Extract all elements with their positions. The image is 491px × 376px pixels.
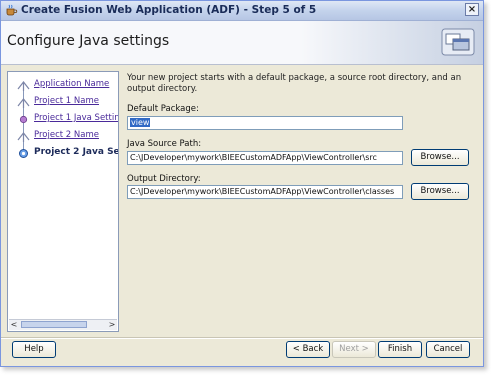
step-application-name[interactable]: Application Name: [8, 77, 118, 94]
step-label-current: Project 2 Java Settings: [34, 147, 119, 157]
steps-horizontal-scrollbar[interactable]: < >: [9, 319, 117, 330]
wizard-dialog: Create Fusion Web Application (ADF) - St…: [0, 0, 484, 367]
step-project2-name[interactable]: Project 2 Name: [8, 128, 118, 145]
coffee-cup-icon: [6, 4, 18, 16]
title-bar[interactable]: Create Fusion Web Application (ADF) - St…: [1, 1, 483, 21]
cancel-button[interactable]: Cancel: [426, 341, 470, 358]
header-banner: [301, 21, 483, 64]
page-title: Configure Java settings: [7, 33, 170, 49]
scroll-right-icon[interactable]: >: [107, 320, 117, 330]
scroll-left-icon[interactable]: <: [9, 320, 19, 330]
step-current-icon: [19, 149, 28, 158]
settings-form: Your new project starts with a default p…: [123, 69, 479, 335]
close-button[interactable]: ×: [465, 3, 479, 16]
step-done-icon: [17, 81, 30, 91]
window-settings-icon: [441, 28, 475, 56]
step-done-icon: [17, 98, 30, 108]
finish-button[interactable]: Finish: [378, 341, 422, 358]
step-label: Project 1 Java Settings: [34, 113, 119, 123]
browse-output-button[interactable]: Browse...: [411, 183, 469, 200]
step-done-icon: [19, 115, 28, 124]
output-directory-input[interactable]: C:\JDeveloper\mywork\BIEECustomADFApp\Vi…: [127, 185, 403, 199]
default-package-value: view: [130, 118, 151, 127]
step-project2-java-settings[interactable]: Project 2 Java Settings: [8, 145, 118, 162]
step-project1-java-settings[interactable]: Project 1 Java Settings: [8, 111, 118, 128]
wizard-header: Configure Java settings: [1, 21, 483, 65]
java-source-path-input[interactable]: C:\JDeveloper\mywork\BIEECustomADFApp\Vi…: [127, 151, 403, 165]
step-project1-name[interactable]: Project 1 Name: [8, 94, 118, 111]
next-button[interactable]: Next >: [332, 341, 376, 358]
help-button[interactable]: Help: [12, 341, 56, 358]
footer-divider: [1, 337, 483, 339]
step-label: Project 1 Name: [34, 96, 99, 106]
window-title: Create Fusion Web Application (ADF) - St…: [21, 4, 317, 16]
close-icon: ×: [467, 4, 477, 15]
browse-source-button[interactable]: Browse...: [411, 149, 469, 166]
output-directory-label: Output Directory:: [127, 174, 201, 184]
step-done-icon: [17, 132, 30, 142]
step-label: Project 2 Name: [34, 130, 99, 140]
scroll-thumb[interactable]: [21, 321, 87, 328]
java-source-path-label: Java Source Path:: [127, 139, 202, 149]
back-button[interactable]: < Back: [286, 341, 330, 358]
default-package-input[interactable]: view: [127, 116, 403, 130]
intro-text: Your new project starts with a default p…: [127, 73, 462, 94]
steps-panel: Application Name Project 1 Name Project …: [7, 71, 119, 332]
step-label: Application Name: [34, 79, 110, 89]
default-package-label: Default Package:: [127, 104, 199, 114]
